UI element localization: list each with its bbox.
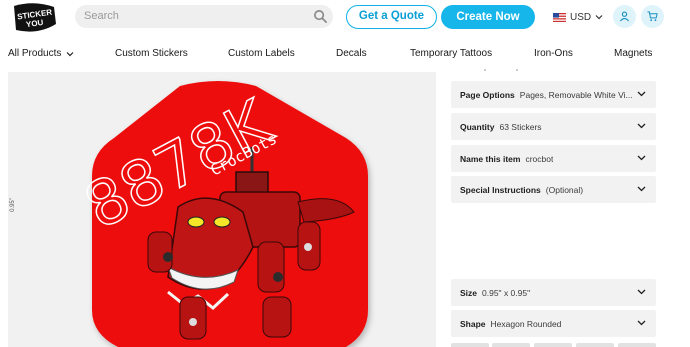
option-value: 0.95" x 0.95" xyxy=(482,287,531,298)
sticker-preview: 8878K CrocBots xyxy=(72,81,368,347)
chevron-down-icon xyxy=(637,91,646,97)
get-a-quote-button[interactable]: Get a Quote xyxy=(346,5,437,29)
nav-all-products-label: All Products xyxy=(8,48,62,59)
option-value: (Optional) xyxy=(545,184,584,195)
option-label: Shape xyxy=(460,318,486,329)
option-label: Quantity xyxy=(460,121,495,132)
search-icon[interactable] xyxy=(313,9,328,24)
nav-decals[interactable]: Decals xyxy=(336,48,367,59)
chevron-down-icon xyxy=(66,51,74,56)
nav-custom-stickers[interactable]: Custom Stickers xyxy=(115,48,188,59)
chevron-down-icon xyxy=(637,123,646,129)
chevron-down-icon xyxy=(637,186,646,192)
option-size[interactable]: Size 0.95" x 0.95" xyxy=(451,279,656,306)
option-value: crocbot xyxy=(525,153,554,164)
option-value: 63 Stickers xyxy=(499,121,542,132)
scroll-indicator xyxy=(484,69,518,71)
option-label: Page Options xyxy=(460,89,515,100)
option-shape[interactable]: Shape Hexagon Rounded xyxy=(451,310,656,337)
option-quantity[interactable]: Quantity 63 Stickers xyxy=(451,113,656,140)
option-item-name[interactable]: Name this item crocbot xyxy=(451,145,656,172)
shape-option-tab[interactable] xyxy=(618,343,656,347)
option-special-instructions[interactable]: Special Instructions (Optional) xyxy=(451,176,656,203)
shape-option-tab[interactable] xyxy=(451,343,489,347)
shape-option-tab[interactable] xyxy=(576,343,614,347)
options-panel: Page Options Pages, Removable White Vi..… xyxy=(451,0,656,347)
option-value: Hexagon Rounded xyxy=(490,318,562,329)
nav-all-products[interactable]: All Products xyxy=(8,48,74,59)
option-label: Size xyxy=(460,287,478,298)
sticker-preview-canvas[interactable]: 0.95" 8878K CrocBots xyxy=(8,72,436,347)
nav-custom-labels[interactable]: Custom Labels xyxy=(228,48,295,59)
option-page-options[interactable]: Page Options Pages, Removable White Vi..… xyxy=(451,81,656,108)
shape-option-tab[interactable] xyxy=(534,343,572,347)
chevron-down-icon xyxy=(637,320,646,326)
option-value: Pages, Removable White Vi... xyxy=(519,89,633,100)
search-bar[interactable]: Search xyxy=(75,5,333,28)
option-label: Name this item xyxy=(460,153,521,164)
shape-option-tab[interactable] xyxy=(492,343,530,347)
option-label: Special Instructions xyxy=(460,184,541,195)
chevron-down-icon xyxy=(637,155,646,161)
search-input[interactable]: Search xyxy=(84,10,119,22)
chevron-down-icon xyxy=(637,289,646,295)
stickeryou-logo[interactable]: STICKER YOU xyxy=(8,2,60,34)
